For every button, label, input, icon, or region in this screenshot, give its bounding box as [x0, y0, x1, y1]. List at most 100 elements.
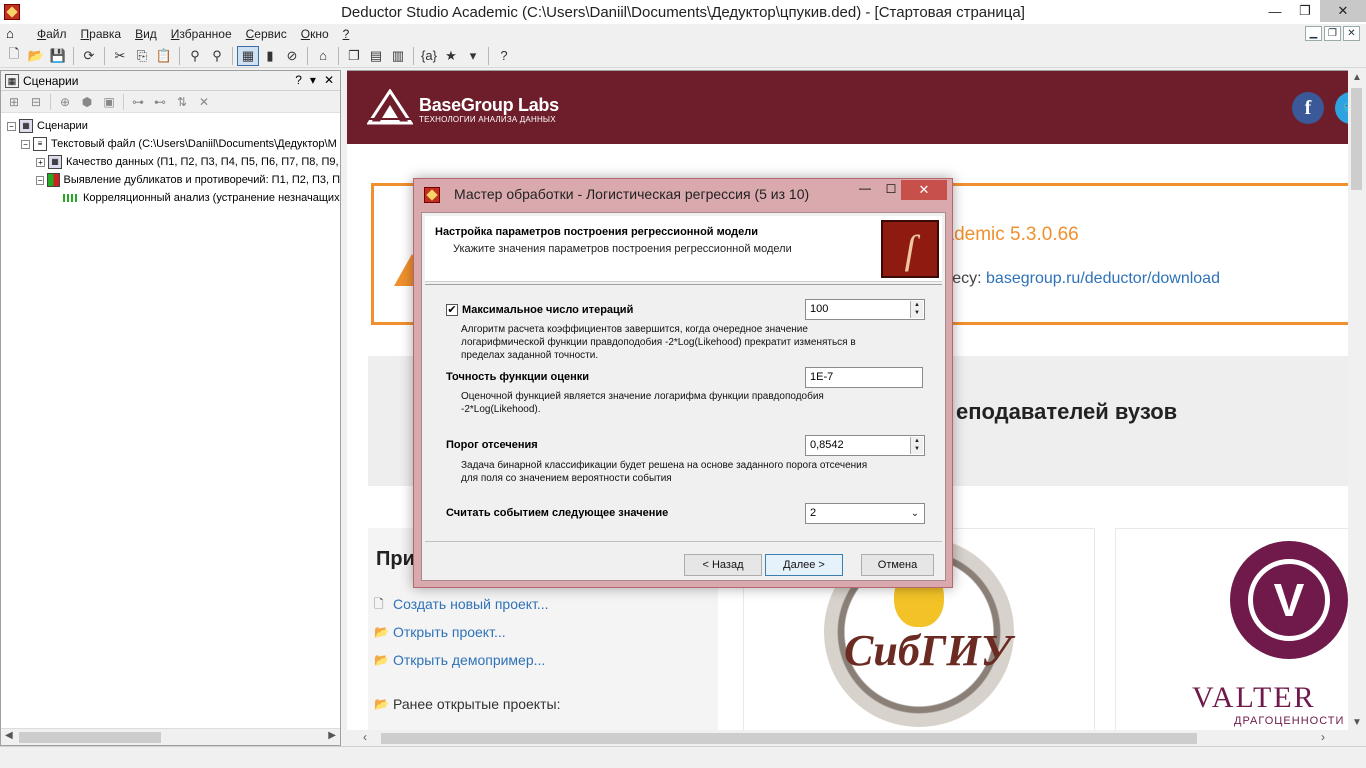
- chevron-down-icon[interactable]: ⌄: [908, 506, 922, 521]
- minimize-button[interactable]: —: [1260, 0, 1290, 22]
- menu-service[interactable]: Сервис: [239, 27, 294, 41]
- variables-icon[interactable]: {a}: [418, 46, 440, 66]
- max-iterations-input[interactable]: 100 ▲ ▼: [805, 299, 925, 320]
- status-bar: [0, 746, 1366, 768]
- close-button[interactable]: ✕: [1320, 0, 1366, 22]
- tile-horizontal-icon[interactable]: ▤: [365, 46, 387, 66]
- cut-icon[interactable]: ✂: [109, 46, 131, 66]
- expand-icon[interactable]: +: [36, 157, 45, 167]
- tile-vertical-icon[interactable]: ▥: [387, 46, 409, 66]
- scroll-left-icon[interactable]: ◀: [5, 730, 13, 741]
- app-icon[interactable]: [4, 4, 20, 20]
- collapse-icon[interactable]: −: [7, 121, 16, 131]
- tree-item[interactable]: − ≡ Текстовый файл (C:\Users\Daniil\Docu…: [1, 135, 340, 153]
- scroll-right-icon[interactable]: ›: [1321, 730, 1325, 744]
- no-entry-icon[interactable]: ⊘: [281, 46, 303, 66]
- recent-folder-icon: 📂: [374, 697, 389, 711]
- menu-service-accel: С: [245, 27, 255, 41]
- scroll-up-icon[interactable]: ▲: [1352, 72, 1362, 83]
- precision-input[interactable]: 1E-7: [805, 367, 923, 388]
- scrollbar-thumb[interactable]: [381, 733, 1197, 744]
- threshold-description: Задача бинарной классификации будет реше…: [461, 460, 868, 484]
- mdi-minimize-button[interactable]: ▁: [1305, 26, 1322, 41]
- open-demo-link[interactable]: 📂 Открыть демопример...: [374, 652, 545, 668]
- wizard-import-icon[interactable]: ⊞: [3, 93, 25, 111]
- open-folder-icon[interactable]: 📂: [25, 46, 47, 66]
- next-button[interactable]: Далее >: [765, 554, 843, 576]
- mdi-close-button[interactable]: ✕: [1343, 26, 1360, 41]
- find-icon[interactable]: ⚲: [184, 46, 206, 66]
- save-icon[interactable]: 💾: [47, 46, 69, 66]
- tree-item[interactable]: + ▦ Качество данных (П1, П2, П3, П4, П5,…: [1, 153, 340, 171]
- facebook-icon[interactable]: f: [1292, 92, 1324, 124]
- wizard-visualize-icon[interactable]: ⬢: [76, 93, 98, 111]
- horizontal-scrollbar[interactable]: ◀ ▶: [1, 728, 340, 745]
- replace-icon[interactable]: ⚲: [206, 46, 228, 66]
- refresh-icon[interactable]: ⟳: [78, 46, 100, 66]
- duplicates-icon: [47, 173, 60, 187]
- menu-edit[interactable]: Правка: [74, 27, 129, 41]
- home-icon[interactable]: ⌂: [6, 26, 24, 42]
- book-icon[interactable]: ▮: [259, 46, 281, 66]
- wizard-report-icon[interactable]: ▣: [98, 93, 120, 111]
- scrollbar-thumb[interactable]: [19, 732, 161, 743]
- collapse-icon[interactable]: −: [21, 139, 30, 149]
- menu-help[interactable]: ?: [336, 27, 357, 41]
- menu-service-label: ервис: [254, 27, 287, 41]
- menu-file[interactable]: Файл: [30, 27, 74, 41]
- paste-icon[interactable]: 📋: [153, 46, 175, 66]
- wizard-process-icon[interactable]: ⊕: [54, 93, 76, 111]
- cancel-button[interactable]: Отмена: [861, 554, 934, 576]
- toolbar-separator: [73, 46, 74, 65]
- precision-description: Оценочной функцией является значение лог…: [461, 391, 824, 415]
- event-value-selected: 2: [810, 507, 817, 519]
- wizard-export-icon[interactable]: ⊟: [25, 93, 47, 111]
- scroll-right-icon[interactable]: ▶: [328, 730, 336, 741]
- favorites-star-icon[interactable]: ★: [440, 46, 462, 66]
- dialog-close-button[interactable]: ✕: [901, 180, 947, 200]
- menu-file-label: айл: [46, 27, 67, 41]
- panel-pin-button[interactable]: ▾: [310, 73, 316, 87]
- vertical-scrollbar[interactable]: ▲ ▼: [1348, 70, 1365, 730]
- scroll-down-icon[interactable]: ▼: [1352, 717, 1362, 728]
- help-icon[interactable]: ?: [493, 46, 515, 66]
- dropdown-arrow-icon[interactable]: ▾: [462, 46, 484, 66]
- cascade-icon[interactable]: ❐: [343, 46, 365, 66]
- back-button[interactable]: < Назад: [684, 554, 762, 576]
- tree-branch-icon[interactable]: ⊷: [149, 93, 171, 111]
- threshold-input[interactable]: 0,8542 ▲ ▼: [805, 435, 925, 456]
- panel-help-button[interactable]: ?: [295, 73, 302, 87]
- create-project-link[interactable]: 🗋 Создать новый проект...: [374, 596, 549, 612]
- event-value-select[interactable]: 2 ⌄: [805, 503, 925, 524]
- max-iterations-spinner[interactable]: ▲ ▼: [910, 301, 923, 318]
- tree-node-icon[interactable]: ⊶: [127, 93, 149, 111]
- start-page-icon[interactable]: ⌂: [312, 46, 334, 66]
- scenarios-panel-icon[interactable]: ▦: [237, 45, 259, 66]
- menu-window[interactable]: Окно: [294, 27, 336, 41]
- tree-item[interactable]: − ▦ Сценарии: [1, 117, 340, 135]
- panel-close-button[interactable]: ✕: [324, 73, 334, 87]
- mdi-restore-button[interactable]: ❐: [1324, 26, 1341, 41]
- twitter-icon[interactable]: 🐦: [1335, 92, 1348, 124]
- max-iterations-checkbox[interactable]: ✔: [446, 304, 458, 316]
- delete-icon[interactable]: ✕: [193, 93, 215, 111]
- collapse-icon[interactable]: −: [36, 175, 45, 185]
- threshold-spinner[interactable]: ▲ ▼: [910, 437, 923, 454]
- partner-logo-valter[interactable]: V VALTER ДРАГОЦЕННОСТИ: [1115, 528, 1348, 730]
- menu-view[interactable]: Вид: [128, 27, 164, 41]
- dialog-minimize-button[interactable]: —: [852, 181, 878, 201]
- menu-favorites[interactable]: Избранное: [164, 27, 239, 41]
- maximize-button[interactable]: ❐: [1290, 0, 1320, 22]
- open-project-link[interactable]: 📂 Открыть проект...: [374, 624, 506, 640]
- scenarios-panel-header: ▦ Сценарии ? ▾ ✕: [1, 71, 340, 91]
- tree-item[interactable]: − Выявление дубликатов и противоречий: П…: [1, 171, 340, 189]
- tree-item[interactable]: Корреляционный анализ (устранение незнач…: [1, 189, 340, 207]
- copy-icon[interactable]: ⎘: [131, 46, 153, 66]
- window-controls: — ❐ ✕: [1260, 0, 1366, 22]
- tree-move-icon[interactable]: ⇅: [171, 93, 193, 111]
- new-file-icon[interactable]: 🗋: [3, 46, 25, 66]
- scroll-left-icon[interactable]: ‹: [363, 730, 367, 744]
- download-link[interactable]: basegroup.ru/deductor/download: [986, 270, 1220, 287]
- scrollbar-thumb[interactable]: [1351, 88, 1362, 190]
- horizontal-scrollbar[interactable]: ‹ ›: [347, 730, 1348, 746]
